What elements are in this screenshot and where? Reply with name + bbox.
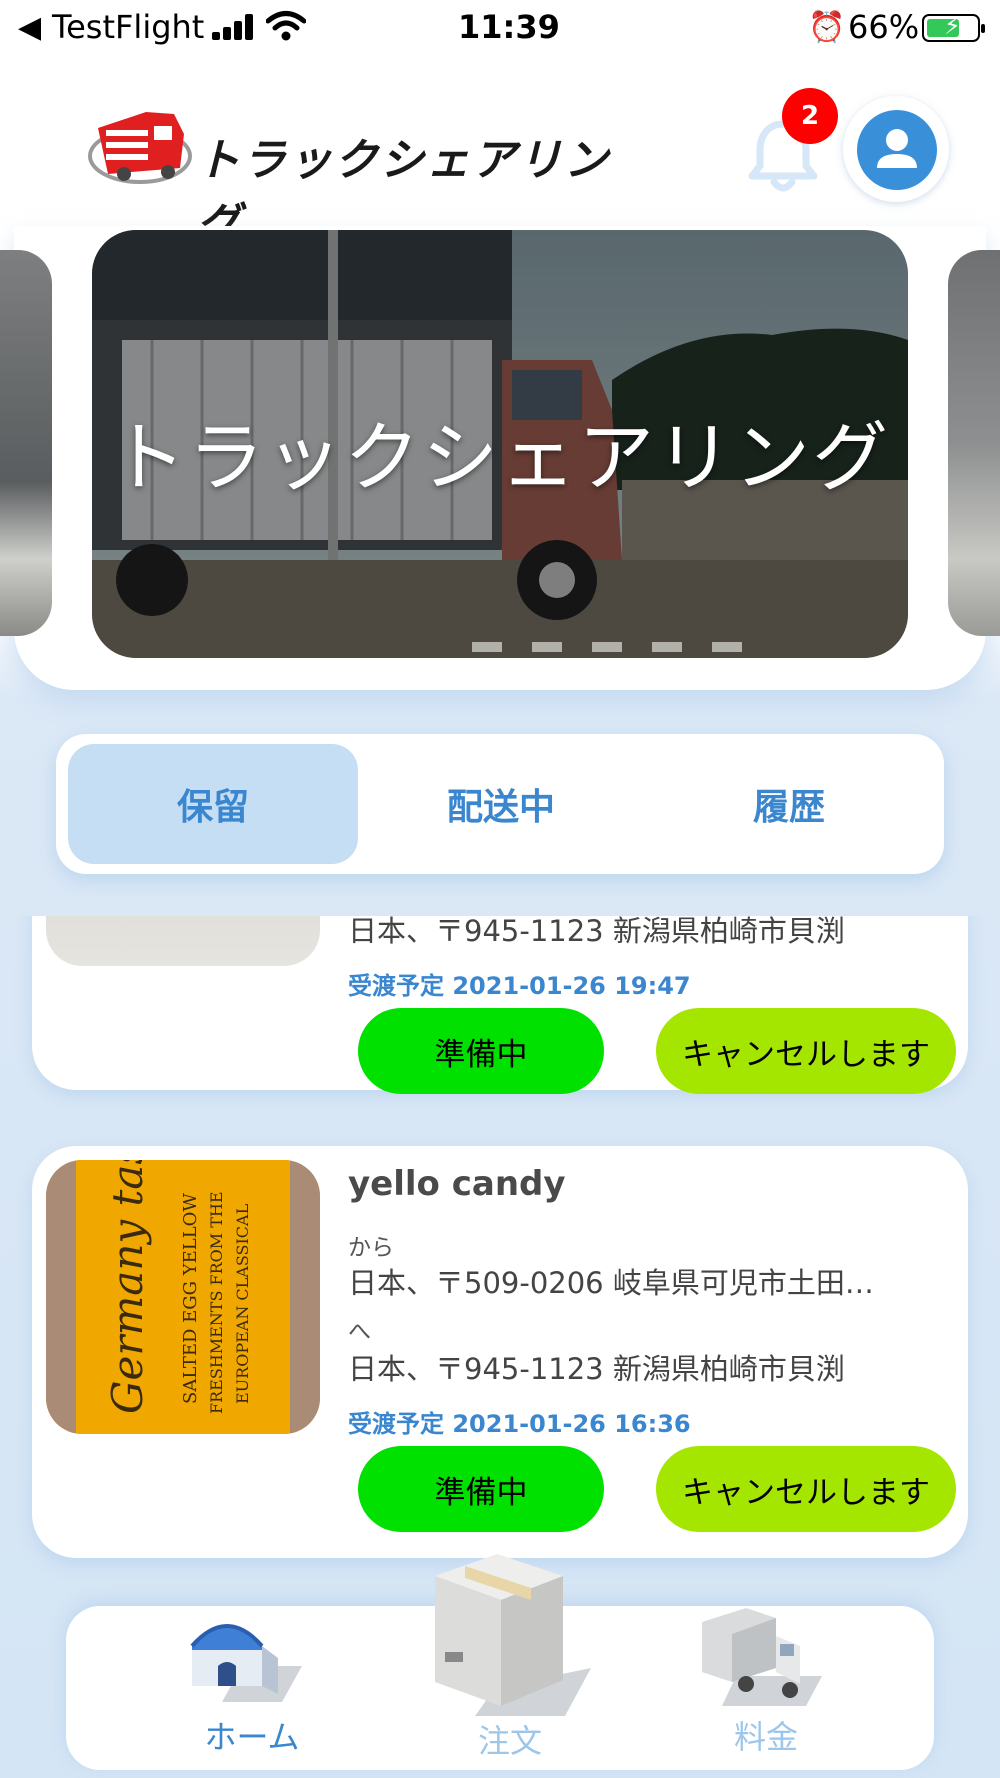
order-card[interactable]: Germany taste SALTED EGG YELLOW FRESHMEN… xyxy=(32,1146,968,1558)
status-bar: ◀ TestFlight 11:39 ⏰ 66% ⚡ xyxy=(0,0,1000,56)
wifi-icon xyxy=(266,11,306,41)
box-icon xyxy=(435,1554,591,1716)
user-avatar-icon[interactable] xyxy=(857,110,937,190)
to-address: 日本、〒945-1123 新潟県柏崎市貝渕 xyxy=(348,1352,845,1386)
cancel-button[interactable]: キャンセルします xyxy=(656,1008,956,1094)
order-list[interactable]: 日本、〒945-1123 新潟県柏崎市貝渕 受渡予定 2021-01-26 19… xyxy=(0,916,1000,1606)
status-button[interactable]: 準備中 xyxy=(358,1446,604,1532)
app-logo: トラックシェアリング xyxy=(88,106,648,250)
notification-count-badge: 2 xyxy=(782,88,838,144)
back-arrow-icon[interactable]: ◀ xyxy=(18,10,41,45)
battery-percent: 66% xyxy=(848,8,920,46)
carousel-next-slide[interactable] xyxy=(948,250,1000,636)
alarm-icon: ⏰ xyxy=(808,10,846,45)
nav-price[interactable]: 料金 xyxy=(656,1606,876,1770)
thumb-brand-text: Germany taste xyxy=(103,1160,152,1414)
tab-history[interactable]: 履歴 xyxy=(644,744,934,864)
nav-home-label: ホーム xyxy=(204,1718,300,1756)
from-label: から xyxy=(348,1235,394,1261)
eta-label: 受渡予定 xyxy=(348,1410,444,1438)
warehouse-icon xyxy=(190,1624,302,1702)
status-button[interactable]: 準備中 xyxy=(358,1008,604,1094)
cancel-button[interactable]: キャンセルします xyxy=(656,1446,956,1532)
truck-logo-icon xyxy=(88,112,192,184)
from-address: 日本、〒509-0206 岐阜県可児市土田… xyxy=(348,1266,874,1300)
banner-slide[interactable]: トラックシェアリング xyxy=(92,230,908,658)
bottom-navigation: ホーム 注文 料金 xyxy=(66,1554,934,1770)
tab-pending[interactable]: 保留 xyxy=(68,744,358,864)
to-address: 日本、〒945-1123 新潟県柏崎市貝渕 xyxy=(348,916,845,948)
to-label: へ xyxy=(348,1319,371,1345)
order-thumbnail: Germany taste SALTED EGG YELLOW FRESHMEN… xyxy=(46,1160,320,1434)
thumb-caption-1: SALTED EGG YELLOW xyxy=(180,1193,201,1404)
order-card[interactable]: 日本、〒945-1123 新潟県柏崎市貝渕 受渡予定 2021-01-26 19… xyxy=(32,916,968,1094)
thumb-caption-3: EUROPEAN CLASSICAL xyxy=(233,1203,252,1404)
eta-label: 受渡予定 xyxy=(348,972,444,1000)
order-status-tabs: 保留 配送中 履歴 xyxy=(56,734,944,874)
thumb-caption-2: FRESHMENTS FROM THE xyxy=(207,1191,226,1414)
order-thumbnail xyxy=(46,916,320,966)
eta-datetime: 2021-01-26 19:47 xyxy=(452,972,691,1000)
delivery-eta: 受渡予定 2021-01-26 19:47 xyxy=(348,966,691,1001)
nav-order-label: 注文 xyxy=(477,1722,542,1760)
nav-order[interactable]: 注文 xyxy=(400,1554,620,1770)
nav-price-label: 料金 xyxy=(733,1718,798,1756)
back-app-label[interactable]: TestFlight xyxy=(52,8,204,46)
banner-title: トラックシェアリング xyxy=(110,413,890,502)
battery-icon: ⚡ xyxy=(922,12,985,42)
truck-icon xyxy=(702,1608,822,1706)
clock-time: 11:39 xyxy=(458,8,560,46)
delivery-eta: 受渡予定 2021-01-26 16:36 xyxy=(348,1404,691,1439)
tab-in-delivery[interactable]: 配送中 xyxy=(356,744,646,864)
eta-datetime: 2021-01-26 16:36 xyxy=(452,1410,691,1438)
carousel-prev-slide[interactable] xyxy=(0,250,52,636)
nav-home[interactable]: ホーム xyxy=(142,1606,362,1770)
item-name: yello candy xyxy=(348,1164,566,1204)
cellular-signal-icon xyxy=(212,14,256,40)
